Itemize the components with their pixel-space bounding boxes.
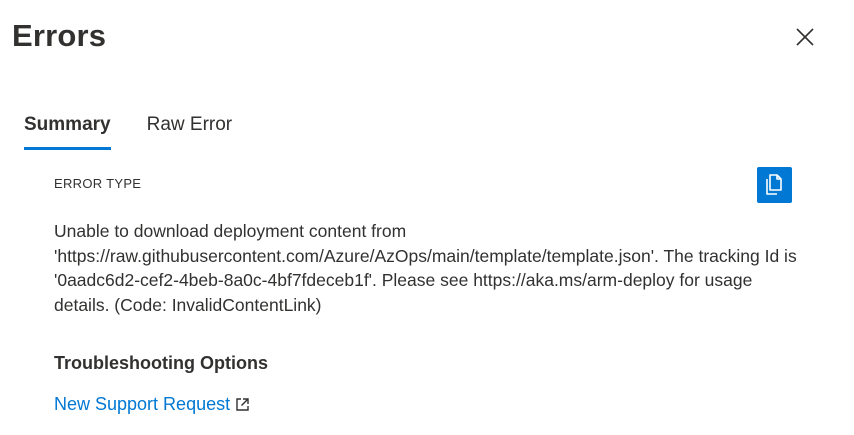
error-message: Unable to download deployment content fr… [54, 221, 797, 315]
external-link-icon [235, 397, 250, 412]
tab-bar: Summary Raw Error [24, 110, 268, 152]
tab-raw-error[interactable]: Raw Error [147, 110, 233, 150]
new-support-request-label: New Support Request [54, 394, 231, 414]
copy-icon [765, 174, 782, 195]
troubleshooting-heading: Troubleshooting Options [54, 353, 268, 373]
close-icon [796, 28, 814, 46]
error-type-label: ERROR TYPE [54, 176, 142, 191]
new-support-request-link[interactable]: New Support Request [54, 394, 250, 415]
panel-title: Errors [12, 18, 107, 53]
close-button[interactable] [790, 22, 820, 52]
tab-summary[interactable]: Summary [24, 110, 111, 150]
copy-button[interactable] [757, 167, 792, 203]
